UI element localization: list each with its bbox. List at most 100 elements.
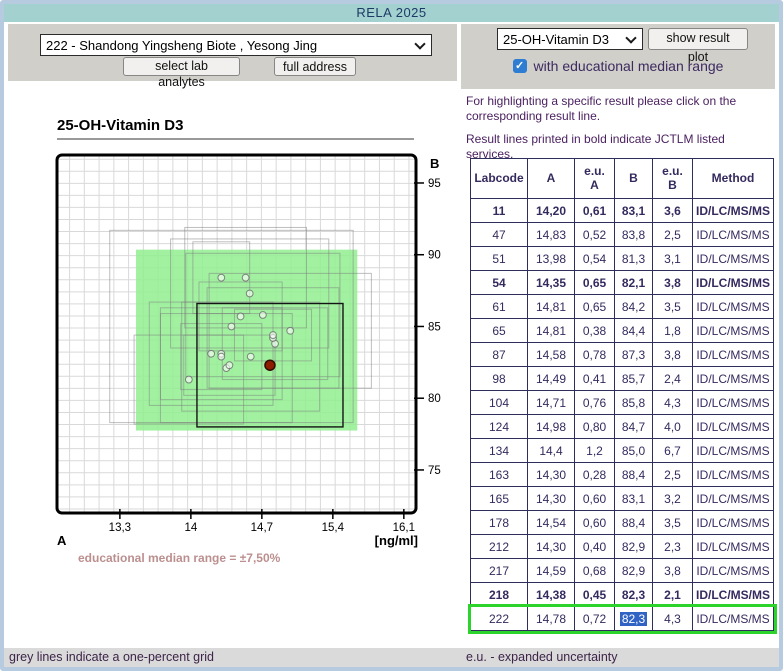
cell-eub[interactable]: 2,3 xyxy=(653,535,693,559)
cell-a[interactable]: 14,81 xyxy=(528,295,575,319)
cell-a[interactable]: 14,30 xyxy=(528,535,575,559)
cell-a[interactable]: 14,78 xyxy=(528,607,575,631)
cell-method[interactable]: ID/LC/MS/MS xyxy=(693,607,774,631)
result-row-51[interactable]: 5113,980,5481,33,1ID/LC/MS/MS xyxy=(471,247,774,271)
cell-method[interactable]: ID/LC/MS/MS xyxy=(693,391,774,415)
cell-labcode[interactable]: 65 xyxy=(471,319,528,343)
cell-eub[interactable]: 4,0 xyxy=(653,415,693,439)
cell-labcode[interactable]: 217 xyxy=(471,559,528,583)
cell-b[interactable]: 82,9 xyxy=(615,535,653,559)
cell-eub[interactable]: 3,8 xyxy=(653,343,693,367)
result-row-54[interactable]: 5414,350,6582,13,8ID/LC/MS/MS xyxy=(471,271,774,295)
cell-b[interactable]: 83,8 xyxy=(615,223,653,247)
cell-b[interactable]: 82,9 xyxy=(615,559,653,583)
cell-b[interactable]: 84,2 xyxy=(615,295,653,319)
cell-labcode[interactable]: 212 xyxy=(471,535,528,559)
result-row-134[interactable]: 13414,41,285,06,7ID/LC/MS/MS xyxy=(471,439,774,463)
cell-a[interactable]: 13,98 xyxy=(528,247,575,271)
cell-labcode[interactable]: 124 xyxy=(471,415,528,439)
result-row-11[interactable]: 1114,200,6183,13,6ID/LC/MS/MS xyxy=(471,199,774,223)
cell-eua[interactable]: 0,68 xyxy=(575,559,615,583)
cell-b[interactable]: 84,7 xyxy=(615,415,653,439)
cell-a[interactable]: 14,59 xyxy=(528,559,575,583)
cell-eub[interactable]: 4,3 xyxy=(653,391,693,415)
result-row-61[interactable]: 6114,810,6584,23,5ID/LC/MS/MS xyxy=(471,295,774,319)
cell-method[interactable]: ID/LC/MS/MS xyxy=(693,463,774,487)
cell-eub[interactable]: 2,4 xyxy=(653,367,693,391)
show-result-plot-button[interactable]: show result plot xyxy=(648,28,748,50)
cell-labcode[interactable]: 163 xyxy=(471,463,528,487)
result-row-218[interactable]: 21814,380,4582,32,1ID/LC/MS/MS xyxy=(471,583,774,607)
result-row-178[interactable]: 17814,540,6088,43,5ID/LC/MS/MS xyxy=(471,511,774,535)
cell-a[interactable]: 14,98 xyxy=(528,415,575,439)
cell-eua[interactable]: 0,61 xyxy=(575,199,615,223)
cell-b[interactable]: 83,1 xyxy=(615,199,653,223)
cell-method[interactable]: ID/LC/MS/MS xyxy=(693,199,774,223)
cell-a[interactable]: 14,71 xyxy=(528,391,575,415)
cell-eua[interactable]: 0,76 xyxy=(575,391,615,415)
cell-a[interactable]: 14,81 xyxy=(528,319,575,343)
cell-eub[interactable]: 2,1 xyxy=(653,583,693,607)
cell-a[interactable]: 14,49 xyxy=(528,367,575,391)
result-row-212[interactable]: 21214,300,4082,92,3ID/LC/MS/MS xyxy=(471,535,774,559)
result-row-87[interactable]: 8714,580,7887,33,8ID/LC/MS/MS xyxy=(471,343,774,367)
cell-method[interactable]: ID/LC/MS/MS xyxy=(693,247,774,271)
cell-eub[interactable]: 2,5 xyxy=(653,463,693,487)
cell-labcode[interactable]: 87 xyxy=(471,343,528,367)
cell-a[interactable]: 14,58 xyxy=(528,343,575,367)
cell-method[interactable]: ID/LC/MS/MS xyxy=(693,583,774,607)
cell-a[interactable]: 14,30 xyxy=(528,463,575,487)
cell-b[interactable]: 85,0 xyxy=(615,439,653,463)
cell-eub[interactable]: 4,3 xyxy=(653,607,693,631)
result-row-222[interactable]: 22214,780,7282,34,3ID/LC/MS/MS xyxy=(471,607,774,631)
cell-method[interactable]: ID/LC/MS/MS xyxy=(693,559,774,583)
cell-eub[interactable]: 3,8 xyxy=(653,271,693,295)
cell-a[interactable]: 14,54 xyxy=(528,511,575,535)
cell-labcode[interactable]: 165 xyxy=(471,487,528,511)
cell-method[interactable]: ID/LC/MS/MS xyxy=(693,415,774,439)
cell-labcode[interactable]: 104 xyxy=(471,391,528,415)
result-row-98[interactable]: 9814,490,4185,72,4ID/LC/MS/MS xyxy=(471,367,774,391)
cell-method[interactable]: ID/LC/MS/MS xyxy=(693,223,774,247)
cell-a[interactable]: 14,83 xyxy=(528,223,575,247)
cell-labcode[interactable]: 178 xyxy=(471,511,528,535)
cell-labcode[interactable]: 61 xyxy=(471,295,528,319)
cell-eub[interactable]: 2,5 xyxy=(653,223,693,247)
select-lab-analytes-button[interactable]: select lab analytes xyxy=(123,57,240,76)
cell-b[interactable]: 88,4 xyxy=(615,463,653,487)
cell-eub[interactable]: 6,7 xyxy=(653,439,693,463)
cell-b[interactable]: 84,4 xyxy=(615,319,653,343)
cell-eua[interactable]: 0,38 xyxy=(575,319,615,343)
cell-b[interactable]: 81,3 xyxy=(615,247,653,271)
result-row-163[interactable]: 16314,300,2888,42,5ID/LC/MS/MS xyxy=(471,463,774,487)
cell-labcode[interactable]: 218 xyxy=(471,583,528,607)
cell-eua[interactable]: 0,40 xyxy=(575,535,615,559)
cell-b[interactable]: 87,3 xyxy=(615,343,653,367)
result-row-217[interactable]: 21714,590,6882,93,8ID/LC/MS/MS xyxy=(471,559,774,583)
cell-eua[interactable]: 0,60 xyxy=(575,487,615,511)
full-address-button[interactable]: full address xyxy=(274,57,356,76)
result-row-47[interactable]: 4714,830,5283,82,5ID/LC/MS/MS xyxy=(471,223,774,247)
cell-eua[interactable]: 0,80 xyxy=(575,415,615,439)
cell-method[interactable]: ID/LC/MS/MS xyxy=(693,319,774,343)
cell-method[interactable]: ID/LC/MS/MS xyxy=(693,367,774,391)
cell-method[interactable]: ID/LC/MS/MS xyxy=(693,295,774,319)
cell-b[interactable]: 82,1 xyxy=(615,271,653,295)
cell-eub[interactable]: 3,2 xyxy=(653,487,693,511)
cell-b[interactable]: 82,3 xyxy=(615,583,653,607)
cell-method[interactable]: ID/LC/MS/MS xyxy=(693,487,774,511)
cell-eub[interactable]: 3,8 xyxy=(653,559,693,583)
cell-labcode[interactable]: 51 xyxy=(471,247,528,271)
cell-eua[interactable]: 0,41 xyxy=(575,367,615,391)
cell-labcode[interactable]: 54 xyxy=(471,271,528,295)
cell-b[interactable]: 88,4 xyxy=(615,511,653,535)
result-row-104[interactable]: 10414,710,7685,84,3ID/LC/MS/MS xyxy=(471,391,774,415)
cell-a[interactable]: 14,20 xyxy=(528,199,575,223)
analyte-select[interactable]: 25-OH-Vitamin D3 xyxy=(498,29,642,49)
median-checkbox[interactable]: ✓ xyxy=(513,59,527,73)
cell-method[interactable]: ID/LC/MS/MS xyxy=(693,511,774,535)
cell-eua[interactable]: 0,72 xyxy=(575,607,615,631)
cell-b[interactable]: 82,3 xyxy=(615,607,653,631)
cell-eub[interactable]: 3,6 xyxy=(653,199,693,223)
cell-labcode[interactable]: 222 xyxy=(471,607,528,631)
